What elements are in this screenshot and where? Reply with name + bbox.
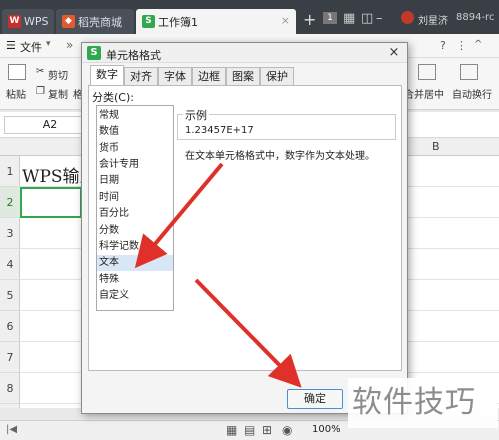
arrow-to-text-category <box>134 162 224 269</box>
arrow-to-ok-button <box>194 278 302 388</box>
watermark: 软件技巧 <box>348 378 498 428</box>
annotation-arrows <box>134 162 302 388</box>
